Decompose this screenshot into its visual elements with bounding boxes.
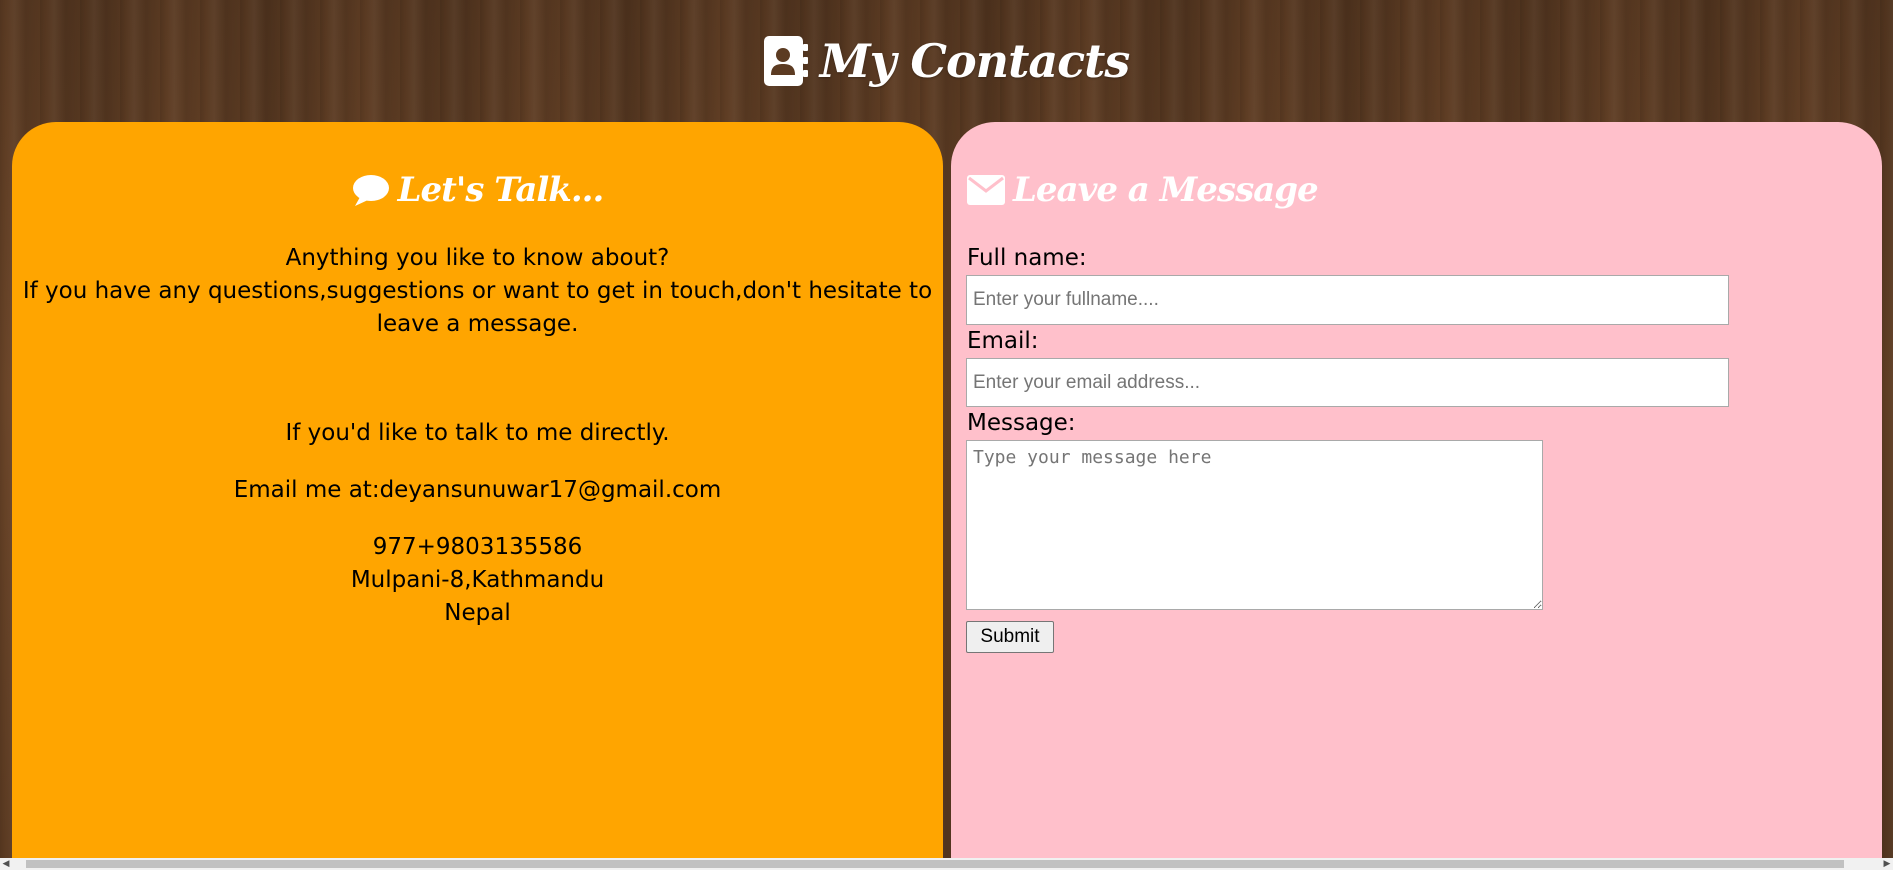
address-book-icon bbox=[763, 36, 808, 86]
scroll-left-arrow-icon[interactable]: ◀ bbox=[0, 858, 12, 870]
intro-line-2: If you have any questions,suggestions or… bbox=[22, 278, 933, 304]
lets-talk-panel: Let's Talk... Anything you like to know … bbox=[12, 122, 943, 870]
fullname-label: Full name: bbox=[967, 245, 1087, 271]
leave-message-heading: Leave a Message bbox=[967, 170, 1319, 210]
direct-contact-text: If you'd like to talk to me directly. bbox=[285, 420, 670, 446]
email-label: Email: bbox=[967, 328, 1039, 354]
comment-icon bbox=[352, 173, 390, 207]
lets-talk-heading-text: Let's Talk... bbox=[397, 170, 605, 210]
scroll-right-arrow-icon[interactable]: ▶ bbox=[1881, 858, 1893, 870]
address-block: 977+9803135586 Mulpani-8,Kathmandu Nepal bbox=[12, 531, 943, 630]
address-line-2: Nepal bbox=[444, 600, 511, 626]
intro-line-1: Anything you like to know about? bbox=[285, 245, 670, 271]
page-header: My Contacts bbox=[0, 0, 1893, 122]
fullname-input[interactable] bbox=[966, 275, 1729, 325]
leave-message-heading-text: Leave a Message bbox=[1013, 170, 1319, 210]
scrollbar-thumb[interactable] bbox=[26, 860, 1844, 868]
email-input[interactable] bbox=[966, 358, 1729, 407]
address-line-1: Mulpani-8,Kathmandu bbox=[350, 567, 605, 593]
leave-message-panel: Leave a Message Full name: Email: Messag… bbox=[951, 122, 1882, 870]
intro-line-3: leave a message. bbox=[376, 311, 579, 337]
lets-talk-heading: Let's Talk... bbox=[12, 170, 943, 210]
page-title: My Contacts bbox=[819, 34, 1131, 88]
message-label: Message: bbox=[967, 410, 1076, 436]
message-textarea[interactable] bbox=[966, 440, 1543, 610]
horizontal-scrollbar[interactable]: ◀ ▶ bbox=[0, 858, 1893, 870]
phone-number: 977+9803135586 bbox=[372, 534, 583, 560]
email-contact-text: Email me at:deyansunuwar17@gmail.com bbox=[233, 477, 722, 503]
envelope-icon bbox=[967, 175, 1005, 205]
submit-button[interactable]: Submit bbox=[966, 621, 1054, 653]
intro-text: Anything you like to know about? If you … bbox=[12, 242, 943, 341]
